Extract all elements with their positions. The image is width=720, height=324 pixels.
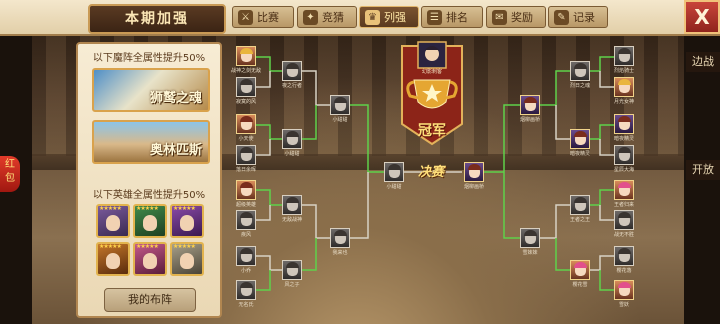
bracket-line — [302, 238, 317, 271]
player-name: 无敌战神 — [281, 217, 302, 223]
player-name: 暗夜精灵 — [569, 151, 590, 157]
player-avatar[interactable] — [282, 195, 302, 215]
tournament-screen: 本期加强 ⚔ 比赛 ✦ 竞猜 ♛ 列强 ☰ 排名 ✉ 奖励 ✎ 记录 X 边战 … — [0, 0, 720, 324]
player-name: 烟柳画桥 — [463, 184, 484, 190]
player-name: 烈焰骑士 — [613, 68, 634, 74]
player-name: 我来也 — [332, 250, 348, 256]
player-avatar[interactable] — [384, 162, 404, 182]
player-avatar[interactable] — [520, 95, 540, 115]
player-avatar[interactable] — [330, 95, 350, 115]
player-avatar[interactable] — [614, 46, 634, 66]
bracket-line — [503, 104, 520, 239]
player-name: 风之子 — [284, 282, 300, 288]
player-name: 小天使 — [238, 136, 254, 142]
player-avatar[interactable] — [236, 114, 256, 134]
player-name: 夜之行者 — [281, 83, 302, 89]
player-avatar[interactable] — [464, 162, 484, 182]
bracket-line — [350, 172, 369, 239]
player-avatar[interactable] — [614, 280, 634, 300]
champion-label: 冠军 — [418, 123, 446, 139]
player-name: 暗夜精灵 — [613, 136, 634, 142]
player-avatar[interactable] — [570, 61, 590, 81]
player-name: 小乔 — [240, 268, 251, 274]
player-avatar[interactable] — [236, 77, 256, 97]
player-name: 月光女神 — [613, 99, 634, 105]
player-name: 樱花雪 — [572, 282, 588, 288]
player-avatar[interactable] — [330, 228, 350, 248]
player-name: 战无不胜 — [613, 232, 634, 238]
player-name: 疾风 — [240, 232, 251, 238]
player-name: 小甜甜 — [386, 184, 402, 190]
player-avatar[interactable] — [236, 180, 256, 200]
player-avatar[interactable] — [570, 129, 590, 149]
player-avatar[interactable] — [236, 246, 256, 266]
bracket-line — [555, 238, 570, 271]
player-avatar[interactable] — [520, 228, 540, 248]
player-name: 寂寞的风 — [235, 99, 256, 105]
player-avatar[interactable] — [614, 210, 634, 230]
player-name: 王者之王 — [569, 217, 590, 223]
bracket-line — [302, 105, 317, 140]
champion-name: 幻影刺客 — [421, 69, 442, 75]
player-name: 星辰大海 — [613, 167, 634, 173]
player-name: 王者归来 — [613, 202, 634, 208]
player-avatar[interactable] — [236, 280, 256, 300]
player-avatar[interactable] — [236, 210, 256, 230]
player-name: 烟柳画桥 — [519, 117, 540, 123]
player-name: 雪妖 — [618, 302, 629, 308]
bracket-line — [555, 105, 570, 140]
player-avatar[interactable] — [236, 46, 256, 66]
player-name: 樱花落 — [616, 268, 632, 274]
player-name: 小甜甜 — [332, 117, 348, 123]
player-avatar[interactable] — [570, 195, 590, 215]
player-name: 超级英雄 — [235, 202, 256, 208]
player-avatar[interactable] — [282, 61, 302, 81]
player-avatar[interactable] — [614, 145, 634, 165]
bracket-lines — [256, 56, 614, 291]
final-label: 决赛 — [418, 165, 445, 180]
player-avatar[interactable] — [570, 260, 590, 280]
player-avatar[interactable] — [614, 114, 634, 134]
player-avatar[interactable] — [236, 145, 256, 165]
player-avatar[interactable] — [614, 77, 634, 97]
player-name: 雪妹妹 — [522, 250, 538, 256]
player-name: 战神之剑无敌 — [230, 68, 261, 74]
player-avatar[interactable] — [614, 246, 634, 266]
player-name: 无名氏 — [238, 302, 254, 308]
player-name: 烈日之魂 — [569, 83, 590, 89]
player-name: 落日余晖 — [235, 167, 256, 173]
player-avatar[interactable] — [282, 260, 302, 280]
player-avatar[interactable] — [282, 129, 302, 149]
player-avatar[interactable] — [614, 180, 634, 200]
player-name: 小甜甜 — [284, 151, 300, 157]
